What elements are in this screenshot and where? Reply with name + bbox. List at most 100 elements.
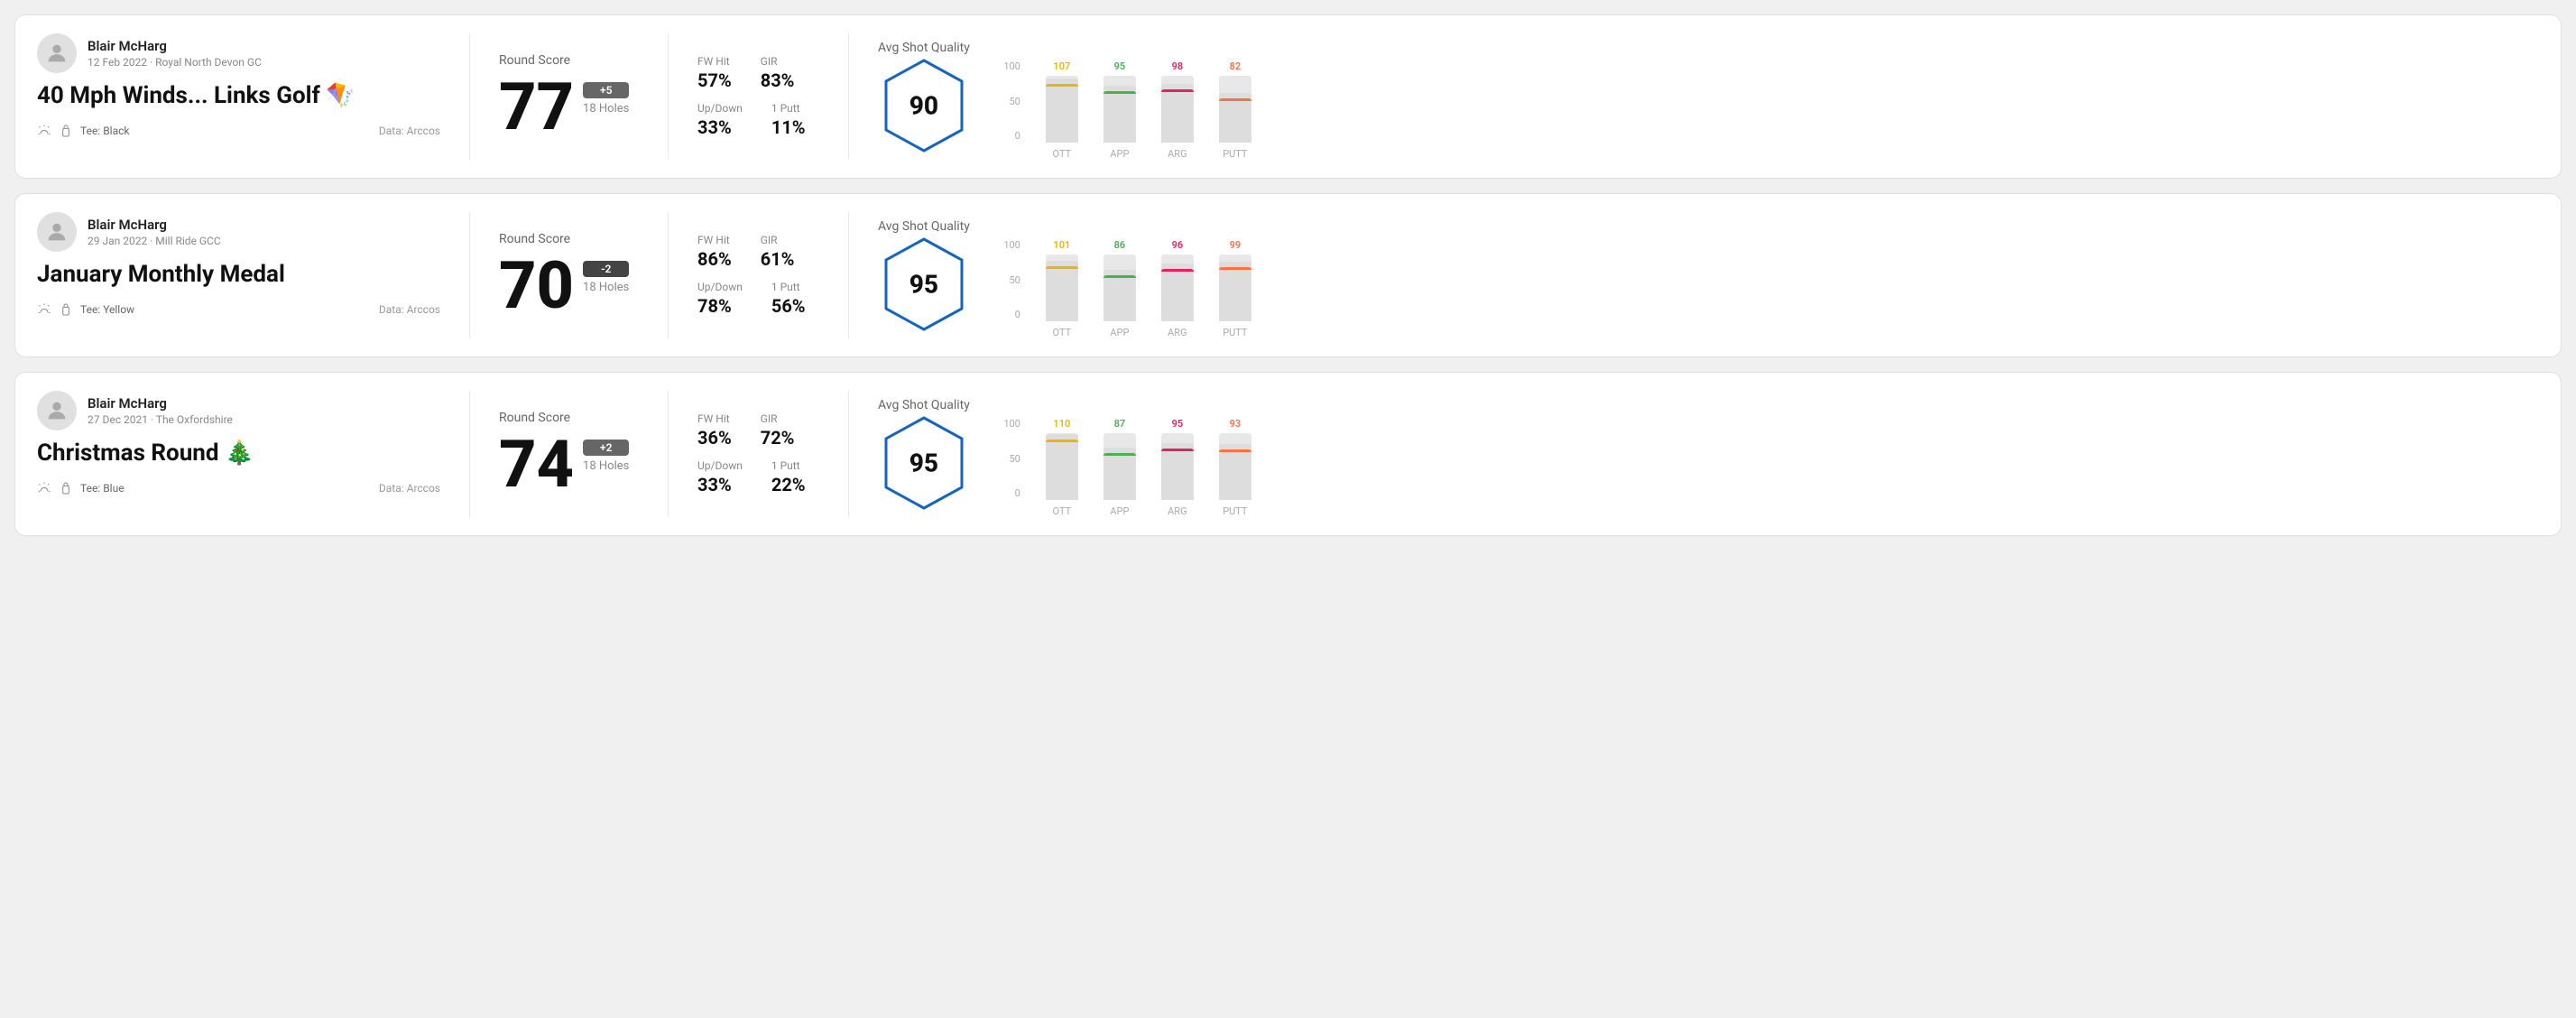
user-info-0: Blair McHarg 12 Feb 2022 · Royal North D…	[88, 38, 262, 69]
quality-label-0: Avg Shot Quality	[878, 41, 970, 55]
quality-label-2: Avg Shot Quality	[878, 398, 970, 412]
quality-section-2: Avg Shot Quality 95 100 50 0 110 OTT	[849, 391, 2539, 517]
stats-row-top-0: FW Hit 57% GIR 83%	[697, 55, 819, 91]
hexagon-0: 90	[883, 59, 965, 153]
hex-score-0: 90	[909, 91, 938, 121]
hexagon-container-1: Avg Shot Quality 95	[878, 219, 970, 331]
weather-icon	[37, 124, 51, 138]
tee-row-0: Tee: Black Data: Arccos	[37, 124, 440, 138]
bar-putt	[1219, 76, 1251, 143]
avatar-0	[37, 33, 77, 73]
score-diff-badge-1: -2	[583, 261, 629, 277]
oneputt-stat-2: 1 Putt 22%	[771, 459, 806, 495]
score-main-2: 74 +2 18 Holes	[499, 432, 639, 497]
bar-ott	[1046, 433, 1078, 500]
tee-label-2: Tee: Blue	[80, 482, 125, 495]
score-label-0: Round Score	[499, 53, 639, 68]
hexagon-1: 95	[883, 237, 965, 331]
score-number-0: 77	[499, 75, 574, 140]
fw-hit-stat-1: FW Hit 86%	[697, 234, 732, 270]
bar-app	[1103, 76, 1136, 143]
tee-info-1: Tee: Yellow	[37, 302, 134, 317]
score-holes-2: 18 Holes	[583, 459, 629, 473]
date-course-0: 12 Feb 2022 · Royal North Devon GC	[88, 56, 262, 69]
fw-hit-stat-2: FW Hit 36%	[697, 412, 732, 449]
stats-row-bot-0: Up/Down 33% 1 Putt 11%	[697, 102, 819, 138]
chart-col-putt: 93 PUTT	[1219, 418, 1251, 517]
left-section-1: Blair McHarg 29 Jan 2022 · Mill Ride GCC…	[37, 212, 470, 338]
stats-section-0: FW Hit 57% GIR 83% Up/Down 33% 1 Putt 11…	[669, 33, 849, 160]
stats-section-2: FW Hit 36% GIR 72% Up/Down 33% 1 Putt 22…	[669, 391, 849, 517]
quality-section-0: Avg Shot Quality 90 100 50 0 107 OTT	[849, 33, 2539, 160]
hex-score-2: 95	[909, 449, 938, 478]
bar-arg	[1161, 433, 1194, 500]
chart-col-arg: 95 ARG	[1161, 418, 1194, 517]
data-source-0: Data: Arccos	[379, 125, 440, 137]
avatar-1	[37, 212, 77, 252]
gir-stat-0: GIR 83%	[761, 55, 795, 91]
chart-col-ott: 101 OTT	[1046, 239, 1078, 338]
score-holes-0: 18 Holes	[583, 102, 629, 116]
chart-col-putt: 82 PUTT	[1219, 60, 1251, 160]
updown-stat-1: Up/Down 78%	[697, 281, 743, 317]
score-badge-holes-2: +2 18 Holes	[583, 440, 629, 473]
bar-putt	[1219, 433, 1251, 500]
user-name-0: Blair McHarg	[88, 38, 262, 54]
bar-putt	[1219, 255, 1251, 321]
score-section-1: Round Score 70 -2 18 Holes	[470, 212, 669, 338]
hexagon-container-0: Avg Shot Quality 90	[878, 41, 970, 153]
score-number-2: 74	[499, 432, 574, 497]
fw-hit-stat-0: FW Hit 57%	[697, 55, 732, 91]
user-row-2: Blair McHarg 27 Dec 2021 · The Oxfordshi…	[37, 391, 440, 430]
user-row-1: Blair McHarg 29 Jan 2022 · Mill Ride GCC	[37, 212, 440, 252]
score-holes-1: 18 Holes	[583, 281, 629, 294]
golf-bag-icon	[59, 124, 73, 138]
user-name-2: Blair McHarg	[88, 395, 233, 412]
score-badge-holes-1: -2 18 Holes	[583, 261, 629, 294]
quality-section-1: Avg Shot Quality 95 100 50 0 101 OTT	[849, 212, 2539, 338]
tee-info-0: Tee: Black	[37, 124, 129, 138]
score-label-2: Round Score	[499, 411, 639, 425]
round-card-2: Blair McHarg 27 Dec 2021 · The Oxfordshi…	[14, 372, 2562, 536]
tee-info-2: Tee: Blue	[37, 481, 125, 495]
score-main-1: 70 -2 18 Holes	[499, 254, 639, 319]
score-main-0: 77 +5 18 Holes	[499, 75, 639, 140]
chart-col-app: 95 APP	[1103, 60, 1136, 160]
score-label-1: Round Score	[499, 232, 639, 246]
user-info-1: Blair McHarg 29 Jan 2022 · Mill Ride GCC	[88, 217, 221, 247]
bar-arg	[1161, 76, 1194, 143]
chart-col-arg: 96 ARG	[1161, 239, 1194, 338]
score-badge-holes-0: +5 18 Holes	[583, 82, 629, 116]
user-row-0: Blair McHarg 12 Feb 2022 · Royal North D…	[37, 33, 440, 73]
round-title-0[interactable]: 40 Mph Winds... Links Golf 🪁	[37, 82, 440, 109]
tee-label-1: Tee: Yellow	[80, 303, 134, 316]
tee-row-2: Tee: Blue Data: Arccos	[37, 481, 440, 495]
round-card-1: Blair McHarg 29 Jan 2022 · Mill Ride GCC…	[14, 193, 2562, 357]
tee-label-0: Tee: Black	[80, 125, 129, 137]
left-section-0: Blair McHarg 12 Feb 2022 · Royal North D…	[37, 33, 470, 160]
gir-stat-2: GIR 72%	[761, 412, 795, 449]
bar-ott	[1046, 76, 1078, 143]
hexagon-container-2: Avg Shot Quality 95	[878, 398, 970, 510]
score-diff-badge-2: +2	[583, 440, 629, 456]
avatar-2	[37, 391, 77, 430]
date-course-2: 27 Dec 2021 · The Oxfordshire	[88, 413, 233, 426]
stats-row-bot-1: Up/Down 78% 1 Putt 56%	[697, 281, 819, 317]
round-title-2[interactable]: Christmas Round 🎄	[37, 440, 440, 467]
hexagon-2: 95	[883, 416, 965, 510]
score-section-2: Round Score 74 +2 18 Holes	[470, 391, 669, 517]
oneputt-stat-0: 1 Putt 11%	[771, 102, 806, 138]
chart-col-ott: 110 OTT	[1046, 418, 1078, 517]
chart-col-putt: 99 PUTT	[1219, 239, 1251, 338]
hex-score-1: 95	[909, 270, 938, 300]
round-title-1[interactable]: January Monthly Medal	[37, 261, 440, 288]
score-number-1: 70	[499, 254, 574, 319]
date-course-1: 29 Jan 2022 · Mill Ride GCC	[88, 235, 221, 247]
golf-bag-icon	[59, 481, 73, 495]
score-diff-badge-0: +5	[583, 82, 629, 98]
data-source-1: Data: Arccos	[379, 303, 440, 316]
bar-app	[1103, 433, 1136, 500]
left-section-2: Blair McHarg 27 Dec 2021 · The Oxfordshi…	[37, 391, 470, 517]
bar-app	[1103, 255, 1136, 321]
updown-stat-0: Up/Down 33%	[697, 102, 743, 138]
